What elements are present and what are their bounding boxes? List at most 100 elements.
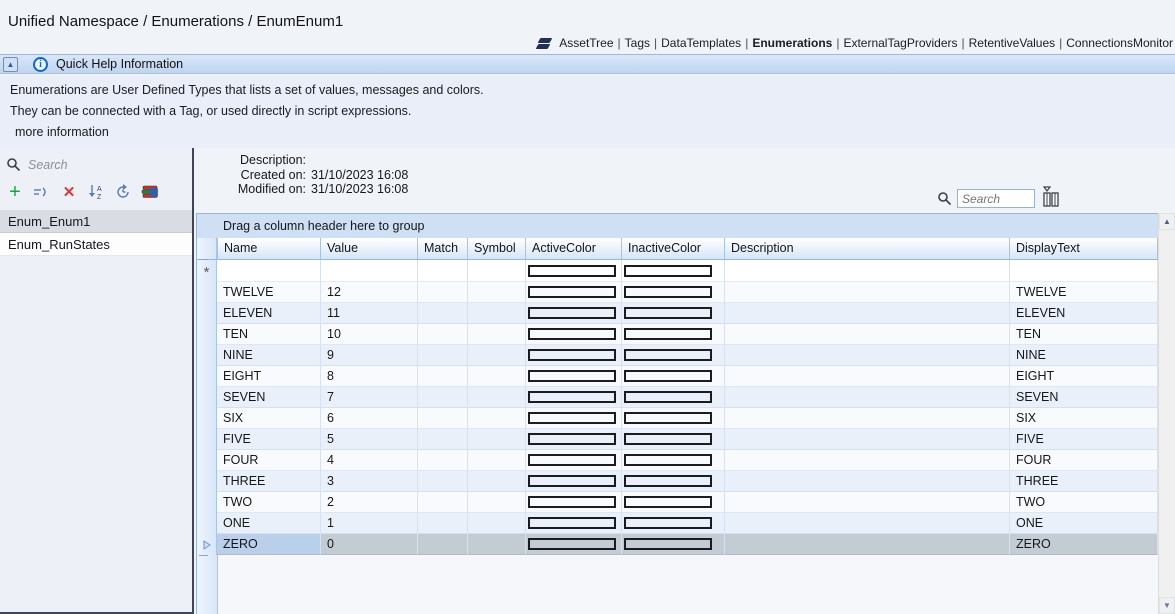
inactive-color-swatch[interactable] bbox=[624, 454, 712, 466]
cell-description[interactable] bbox=[725, 492, 1010, 513]
inactive-color-swatch[interactable] bbox=[624, 391, 712, 403]
cell-displaytext[interactable]: ELEVEN bbox=[1010, 303, 1158, 324]
cell-value[interactable]: 10 bbox=[321, 324, 418, 345]
column-header-description[interactable]: Description bbox=[725, 238, 1010, 259]
cell-description[interactable] bbox=[725, 450, 1010, 471]
cell-inactivecolor[interactable] bbox=[622, 303, 725, 324]
cell-value[interactable]: 11 bbox=[321, 303, 418, 324]
cell-match[interactable] bbox=[418, 260, 468, 282]
nav-enumerations[interactable]: Enumerations bbox=[752, 36, 832, 50]
cell-match[interactable] bbox=[418, 303, 468, 324]
grid-row[interactable]: SIX 6 SIX bbox=[197, 408, 1158, 429]
cell-value[interactable]: 1 bbox=[321, 513, 418, 534]
cell-inactivecolor[interactable] bbox=[622, 429, 725, 450]
cell-symbol[interactable] bbox=[468, 429, 526, 450]
inactive-color-swatch[interactable] bbox=[624, 496, 712, 508]
cell-symbol[interactable] bbox=[468, 366, 526, 387]
column-header-match[interactable]: Match bbox=[418, 238, 468, 259]
scroll-up-button[interactable]: ▲ bbox=[1159, 213, 1175, 230]
row-header[interactable] bbox=[197, 429, 217, 450]
grid-row[interactable]: TWO 2 TWO bbox=[197, 492, 1158, 513]
cell-description[interactable] bbox=[725, 260, 1010, 282]
nav-externaltagproviders[interactable]: ExternalTagProviders bbox=[843, 36, 957, 50]
cell-description[interactable] bbox=[725, 534, 1010, 555]
cell-description[interactable] bbox=[725, 303, 1010, 324]
inactive-color-swatch[interactable] bbox=[624, 433, 712, 445]
row-header[interactable] bbox=[197, 450, 217, 471]
grid-search-input[interactable] bbox=[957, 189, 1035, 208]
inactive-color-swatch[interactable] bbox=[624, 370, 712, 382]
list-item-enum-enum1[interactable]: Enum_Enum1 bbox=[0, 210, 192, 233]
grid-row[interactable]: ZERO 0 ZERO bbox=[197, 534, 1158, 555]
cell-value[interactable]: 2 bbox=[321, 492, 418, 513]
cell-description[interactable] bbox=[725, 282, 1010, 303]
cell-displaytext[interactable]: EIGHT bbox=[1010, 366, 1158, 387]
cell-displaytext[interactable]: ZERO bbox=[1010, 534, 1158, 555]
cell-inactivecolor[interactable] bbox=[622, 534, 725, 555]
add-button[interactable]: + bbox=[5, 181, 25, 203]
row-header[interactable] bbox=[197, 471, 217, 492]
cell-inactivecolor[interactable] bbox=[622, 366, 725, 387]
grid-row[interactable]: FIVE 5 FIVE bbox=[197, 429, 1158, 450]
inactive-color-swatch[interactable] bbox=[624, 538, 712, 550]
cell-description[interactable] bbox=[725, 429, 1010, 450]
cell-name[interactable]: TWELVE bbox=[217, 282, 321, 303]
cell-displaytext[interactable]: TEN bbox=[1010, 324, 1158, 345]
nav-connectionsmonitor[interactable]: ConnectionsMonitor bbox=[1066, 36, 1173, 50]
cell-name[interactable]: ZERO bbox=[217, 534, 321, 555]
cell-symbol[interactable] bbox=[468, 260, 526, 282]
cell-inactivecolor[interactable] bbox=[622, 345, 725, 366]
grid-row[interactable]: SEVEN 7 SEVEN bbox=[197, 387, 1158, 408]
nav-datatemplates[interactable]: DataTemplates bbox=[661, 36, 741, 50]
cell-symbol[interactable] bbox=[468, 471, 526, 492]
cell-name[interactable]: TWO bbox=[217, 492, 321, 513]
cell-activecolor[interactable] bbox=[526, 282, 622, 303]
cell-value[interactable]: 4 bbox=[321, 450, 418, 471]
cell-inactivecolor[interactable] bbox=[622, 513, 725, 534]
active-color-swatch[interactable] bbox=[528, 328, 616, 340]
cell-inactivecolor[interactable] bbox=[622, 492, 725, 513]
cell-name[interactable]: FOUR bbox=[217, 450, 321, 471]
cell-name[interactable]: EIGHT bbox=[217, 366, 321, 387]
cell-match[interactable] bbox=[418, 534, 468, 555]
cell-symbol[interactable] bbox=[468, 513, 526, 534]
cell-description[interactable] bbox=[725, 324, 1010, 345]
cell-activecolor[interactable] bbox=[526, 429, 622, 450]
active-color-swatch[interactable] bbox=[528, 265, 616, 277]
row-header[interactable] bbox=[197, 513, 217, 534]
cell-activecolor[interactable] bbox=[526, 492, 622, 513]
row-header[interactable] bbox=[197, 366, 217, 387]
row-header[interactable] bbox=[197, 282, 217, 303]
cell-activecolor[interactable] bbox=[526, 260, 622, 282]
cell-displaytext[interactable]: ONE bbox=[1010, 513, 1158, 534]
column-header-inactivecolor[interactable]: InactiveColor bbox=[622, 238, 725, 259]
cell-value[interactable]: 8 bbox=[321, 366, 418, 387]
grid-row[interactable]: EIGHT 8 EIGHT bbox=[197, 366, 1158, 387]
row-header[interactable] bbox=[197, 408, 217, 429]
row-header[interactable] bbox=[197, 492, 217, 513]
column-header-value[interactable]: Value bbox=[321, 238, 418, 259]
active-color-swatch[interactable] bbox=[528, 370, 616, 382]
cell-symbol[interactable] bbox=[468, 450, 526, 471]
rename-button[interactable] bbox=[32, 181, 52, 203]
grid-row[interactable]: FOUR 4 FOUR bbox=[197, 450, 1158, 471]
cell-match[interactable] bbox=[418, 345, 468, 366]
inactive-color-swatch[interactable] bbox=[624, 265, 712, 277]
inactive-color-swatch[interactable] bbox=[624, 286, 712, 298]
cell-inactivecolor[interactable] bbox=[622, 260, 725, 282]
cell-inactivecolor[interactable] bbox=[622, 450, 725, 471]
cell-match[interactable] bbox=[418, 492, 468, 513]
cell-name[interactable]: NINE bbox=[217, 345, 321, 366]
inactive-color-swatch[interactable] bbox=[624, 475, 712, 487]
cell-description[interactable] bbox=[725, 387, 1010, 408]
cell-activecolor[interactable] bbox=[526, 471, 622, 492]
cell-inactivecolor[interactable] bbox=[622, 471, 725, 492]
sort-az-button[interactable]: AZ bbox=[86, 181, 106, 203]
inactive-color-swatch[interactable] bbox=[624, 349, 712, 361]
cell-activecolor[interactable] bbox=[526, 408, 622, 429]
active-color-swatch[interactable] bbox=[528, 307, 616, 319]
column-header-symbol[interactable]: Symbol bbox=[468, 238, 526, 259]
cell-description[interactable] bbox=[725, 366, 1010, 387]
column-header-displaytext[interactable]: DisplayText bbox=[1010, 238, 1158, 259]
grid-row[interactable]: TWELVE 12 TWELVE bbox=[197, 282, 1158, 303]
